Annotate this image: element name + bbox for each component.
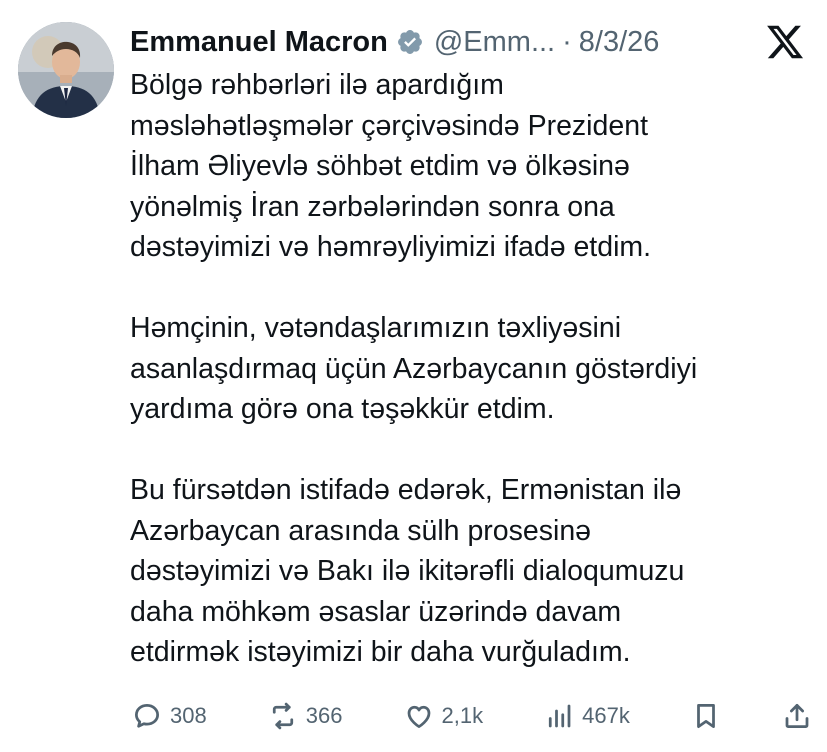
tweet-line: Azərbaycan arasında sülh prosesinə [130,514,592,547]
x-logo-icon[interactable] [765,22,805,62]
author-handle[interactable]: @Emm... [434,20,555,64]
tweet-line: yardıma görə ona təşəkkür etdim. [130,393,555,425]
repost-button[interactable]: 366 [268,701,343,731]
avatar[interactable] [18,22,114,118]
tweet-card: Emmanuel Macron @Emm... · 8/3/26 Bölgə r… [0,0,827,752]
like-count: 2,1k [441,703,484,728]
reply-icon [135,704,159,728]
views-icon [549,704,571,728]
verified-badge-icon [396,28,424,56]
tweet-line: yönəlmiş İran zərbələrindən sonra ona [130,190,615,223]
bookmark-icon [697,704,715,728]
reply-button[interactable]: 308 [132,701,207,731]
tweet-line: Bölgə rəhbərləri ilə apardığım [130,69,504,101]
author-display-name[interactable]: Emmanuel Macron [130,20,388,64]
tweet-actions: 308 366 2,1k 467k [132,694,812,738]
tweet-header: Emmanuel Macron @Emm... · 8/3/26 [130,20,747,64]
tweet-line: etdirmək istəyimizi bir daha vurğuladım. [130,636,631,668]
tweet-line: Bu fürsətdən istifadə edərək, Ermənistan… [130,474,682,506]
tweet-line: dəstəyimizi və həmrəyliyimizi ifadə etdi… [130,231,652,263]
tweet-line: İlham Əliyevlə söhbət etdim və ölkəsinə [130,150,630,182]
tweet-line: daha möhkəm əsaslar üzərində davam [130,595,622,628]
share-icon [785,704,809,728]
tweet-line: dəstəyimizi və Bakı ilə ikitərəfli dialo… [130,555,685,587]
tweet-date[interactable]: 8/3/26 [579,20,660,64]
tweet-paragraph: Həmçinin, vətəndaşlarımızın təxliyəsini … [130,308,810,430]
avatar-photo [18,22,114,118]
repost-count: 366 [305,703,343,728]
tweet-line: məsləhətləşmələr çərçivəsində Prezident [130,109,648,142]
like-icon [407,705,430,728]
reply-count: 308 [170,703,207,728]
tweet-line: Həmçinin, vətəndaşlarımızın təxliyəsini [130,312,622,344]
tweet-paragraph: Bölgə rəhbərləri ilə apardığım məsləhətl… [130,65,810,268]
share-button[interactable] [782,701,812,731]
like-button[interactable]: 2,1k [404,701,484,731]
views-button[interactable]: 467k [544,701,630,731]
bookmark-button[interactable] [691,701,721,731]
views-count: 467k [582,703,630,728]
tweet-text: Bölgə rəhbərləri ilə apardığım məsləhətl… [130,65,810,673]
header-separator: · [562,26,572,58]
repost-icon [272,702,293,730]
tweet-line: asanlaşdırmaq üçün Azərbaycanın göstərdi… [130,352,698,385]
tweet-paragraph: Bu fürsətdən istifadə edərək, Ermənistan… [130,470,810,673]
